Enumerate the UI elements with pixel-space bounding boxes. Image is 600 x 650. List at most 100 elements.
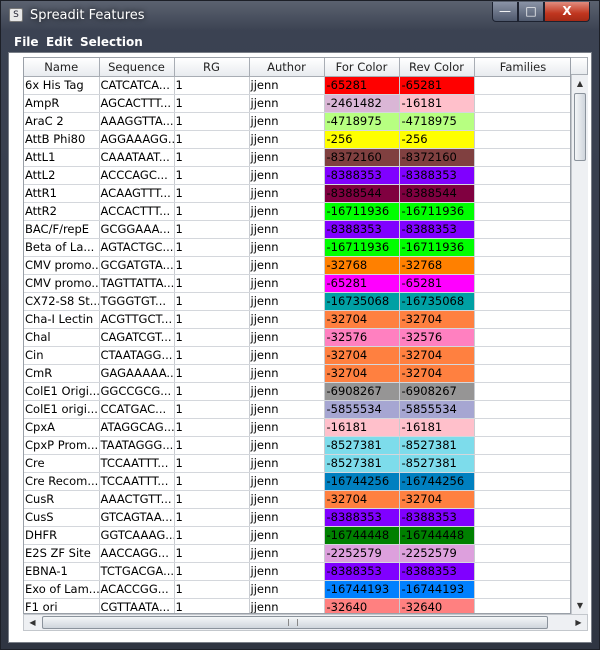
vertical-scroll-thumb[interactable] <box>574 93 586 161</box>
cell-families[interactable] <box>474 562 570 581</box>
table-row[interactable]: CMV promo... GCGATGTA... 1 jjenn -32768 -3276… <box>24 256 570 275</box>
table-row[interactable]: CmR GAGAAAAA... 1 jjenn -32704 -32704 <box>24 364 570 383</box>
table-row[interactable]: AttB Phi80 AGGAAAGG... 1 jjenn -256 -256 <box>24 130 570 149</box>
cell-rg[interactable]: 1 <box>174 256 250 275</box>
cell-rev-color[interactable]: -16181 <box>399 94 475 113</box>
cell-rg[interactable]: 1 <box>174 292 250 311</box>
cell-rg[interactable]: 1 <box>174 598 250 613</box>
cell-rg[interactable]: 1 <box>174 148 250 167</box>
cell-for-color[interactable]: -16744256 <box>324 472 400 491</box>
table-row[interactable]: EBNA-1 TCTGACGA... 1 jjenn -8388353 -8388353 <box>24 562 570 581</box>
cell-rg[interactable]: 1 <box>174 508 250 527</box>
cell-author[interactable]: jjenn <box>249 472 325 491</box>
cell-name[interactable]: AraC 2 <box>24 112 100 131</box>
cell-sequence[interactable]: GAGAAAAA... <box>99 364 175 383</box>
cell-rg[interactable]: 1 <box>174 436 250 455</box>
cell-author[interactable]: jjenn <box>249 508 325 527</box>
table-row[interactable]: E2S ZF Site AACCAGG... 1 jjenn -2252579 -2252… <box>24 544 570 563</box>
cell-name[interactable]: AttR1 <box>24 184 100 203</box>
cell-name[interactable]: Cre <box>24 454 100 473</box>
table-row[interactable]: F1 ori CGTTAATA... 1 jjenn -32640 -32640 <box>24 598 570 613</box>
cell-sequence[interactable]: GGTCAAAG... <box>99 526 175 545</box>
cell-sequence[interactable]: ACCACTTT... <box>99 202 175 221</box>
cell-name[interactable]: AttL2 <box>24 166 100 185</box>
cell-author[interactable]: jjenn <box>249 130 325 149</box>
cell-name[interactable]: ColE1 Origi... <box>24 382 100 401</box>
cell-sequence[interactable]: AAACTGTT... <box>99 490 175 509</box>
cell-name[interactable]: AttB Phi80 <box>24 130 100 149</box>
cell-author[interactable]: jjenn <box>249 274 325 293</box>
cell-author[interactable]: jjenn <box>249 598 325 613</box>
cell-rg[interactable]: 1 <box>174 310 250 329</box>
cell-rev-color[interactable]: -8388353 <box>399 508 475 527</box>
cell-author[interactable]: jjenn <box>249 256 325 275</box>
cell-rev-color[interactable]: -4718975 <box>399 112 475 131</box>
cell-sequence[interactable]: GCGGAAA... <box>99 220 175 239</box>
cell-for-color[interactable]: -32704 <box>324 310 400 329</box>
cell-for-color[interactable]: -2252579 <box>324 544 400 563</box>
cell-author[interactable]: jjenn <box>249 76 325 95</box>
cell-families[interactable] <box>474 436 570 455</box>
cell-author[interactable]: jjenn <box>249 454 325 473</box>
cell-sequence[interactable]: GCGATGTA... <box>99 256 175 275</box>
cell-families[interactable] <box>474 220 570 239</box>
cell-name[interactable]: F1 ori <box>24 598 100 613</box>
cell-families[interactable] <box>474 310 570 329</box>
scroll-right-icon[interactable]: ▶ <box>570 615 587 630</box>
table-row[interactable]: Cin CTAATAGG... 1 jjenn -32704 -32704 <box>24 346 570 365</box>
cell-rg[interactable]: 1 <box>174 94 250 113</box>
cell-author[interactable]: jjenn <box>249 562 325 581</box>
cell-rg[interactable]: 1 <box>174 274 250 293</box>
cell-families[interactable] <box>474 382 570 401</box>
cell-rev-color[interactable]: -32704 <box>399 346 475 365</box>
cell-author[interactable]: jjenn <box>249 400 325 419</box>
cell-rg[interactable]: 1 <box>174 184 250 203</box>
menu-edit[interactable]: Edit <box>46 35 73 49</box>
cell-sequence[interactable]: ACAAGTTT... <box>99 184 175 203</box>
cell-for-color[interactable]: -8527381 <box>324 454 400 473</box>
cell-for-color[interactable]: -16711936 <box>324 202 400 221</box>
table-row[interactable]: DHFR GGTCAAAG... 1 jjenn -16744448 -16744448 <box>24 526 570 545</box>
horizontal-scrollbar[interactable]: ◀ ▶ <box>23 614 588 631</box>
cell-families[interactable] <box>474 328 570 347</box>
cell-rev-color[interactable]: -16711936 <box>399 238 475 257</box>
cell-sequence[interactable]: AGCACTTT... <box>99 94 175 113</box>
cell-rev-color[interactable]: -8372160 <box>399 148 475 167</box>
cell-author[interactable]: jjenn <box>249 112 325 131</box>
cell-author[interactable]: jjenn <box>249 418 325 437</box>
cell-for-color[interactable]: -16735068 <box>324 292 400 311</box>
column-header-for-color[interactable]: For Color <box>324 58 400 77</box>
cell-rev-color[interactable]: -65281 <box>399 76 475 95</box>
cell-name[interactable]: CpxP Prom... <box>24 436 100 455</box>
cell-families[interactable] <box>474 526 570 545</box>
table-row[interactable]: CMV promo... TAGTTATTA... 1 jjenn -65281 -652… <box>24 274 570 293</box>
cell-rev-color[interactable]: -32704 <box>399 364 475 383</box>
cell-author[interactable]: jjenn <box>249 310 325 329</box>
cell-for-color[interactable]: -8388353 <box>324 508 400 527</box>
vertical-scrollbar[interactable]: ▲ ▼ <box>571 75 588 614</box>
cell-for-color[interactable]: -8527381 <box>324 436 400 455</box>
cell-rev-color[interactable]: -6908267 <box>399 382 475 401</box>
cell-rev-color[interactable]: -16181 <box>399 418 475 437</box>
cell-rev-color[interactable]: -32704 <box>399 490 475 509</box>
cell-sequence[interactable]: GTCAGTAA... <box>99 508 175 527</box>
cell-rg[interactable]: 1 <box>174 544 250 563</box>
cell-name[interactable]: CusR <box>24 490 100 509</box>
cell-author[interactable]: jjenn <box>249 346 325 365</box>
cell-name[interactable]: CMV promo... <box>24 256 100 275</box>
table-row[interactable]: CpxP Prom... TAATAGGG... 1 jjenn -8527381 -85… <box>24 436 570 455</box>
cell-author[interactable]: jjenn <box>249 382 325 401</box>
cell-for-color[interactable]: -16711936 <box>324 238 400 257</box>
cell-for-color[interactable]: -32768 <box>324 256 400 275</box>
cell-sequence[interactable]: TCCAATTT... <box>99 472 175 491</box>
title-bar[interactable]: S Spreadit Features — □ X <box>1 1 599 31</box>
cell-rev-color[interactable]: -16744256 <box>399 472 475 491</box>
cell-rev-color[interactable]: -65281 <box>399 274 475 293</box>
cell-rev-color[interactable]: -2252579 <box>399 544 475 563</box>
cell-families[interactable] <box>474 598 570 613</box>
close-button[interactable]: X <box>544 2 590 22</box>
cell-sequence[interactable]: AGGAAAGG... <box>99 130 175 149</box>
cell-author[interactable]: jjenn <box>249 364 325 383</box>
table-row[interactable]: AmpR AGCACTTT... 1 jjenn -2461482 -16181 <box>24 94 570 113</box>
cell-name[interactable]: AttL1 <box>24 148 100 167</box>
